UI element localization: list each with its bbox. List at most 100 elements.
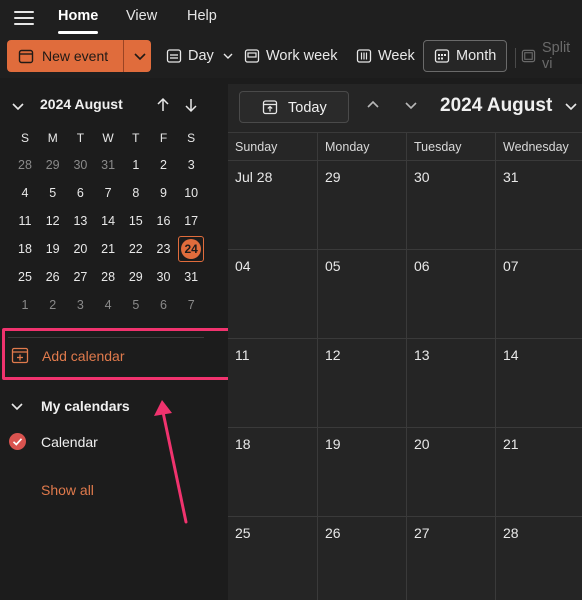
day-cell[interactable]: 12 [317, 339, 406, 428]
weekday-header: Wednesday [495, 133, 582, 161]
mini-calendar-day[interactable]: 2 [150, 152, 178, 178]
mini-calendar-day[interactable]: 30 [150, 264, 178, 290]
day-number: Jul 28 [235, 169, 273, 185]
mini-calendar-day[interactable]: 22 [122, 236, 150, 262]
previous-month-chevron-icon[interactable] [366, 98, 380, 112]
mini-calendar-day[interactable]: 1 [122, 152, 150, 178]
month-title[interactable]: 2024 August [440, 95, 552, 117]
mini-calendar-day[interactable]: 18 [11, 236, 39, 262]
day-cell[interactable]: 27 [406, 517, 495, 600]
day-number: 28 [503, 525, 519, 541]
mini-calendar-day[interactable]: 15 [122, 208, 150, 234]
tab-view[interactable]: View [126, 8, 157, 24]
mini-calendar-day[interactable]: 27 [66, 264, 94, 290]
calendar-list-item[interactable]: Calendar [0, 430, 228, 454]
mini-calendar-day[interactable]: 13 [66, 208, 94, 234]
day-number: 21 [503, 436, 519, 452]
arrow-up-icon[interactable] [156, 97, 170, 113]
day-cell[interactable]: 28 [495, 517, 582, 600]
week-row: 25 26 27 28 [228, 516, 582, 600]
day-view-button[interactable]: Day [166, 40, 240, 72]
day-cell[interactable]: 26 [317, 517, 406, 600]
day-number: 26 [325, 525, 341, 541]
mini-calendar-day[interactable]: 28 [94, 264, 122, 290]
weekday-label: T [76, 131, 85, 145]
mini-calendar-day[interactable]: 29 [39, 152, 67, 178]
mini-calendar-day[interactable]: 11 [11, 208, 39, 234]
tab-home[interactable]: Home [58, 8, 98, 24]
mini-calendar-day[interactable]: 26 [39, 264, 67, 290]
month-view-icon [434, 49, 450, 63]
day-cell[interactable]: 21 [495, 428, 582, 517]
mini-calendar-day[interactable]: 4 [11, 180, 39, 206]
arrow-down-icon[interactable] [184, 97, 198, 113]
mini-calendar-day[interactable]: 29 [122, 264, 150, 290]
checkmark-circle-icon[interactable] [9, 433, 26, 450]
mini-calendar-day[interactable]: 6 [66, 180, 94, 206]
mini-calendar-day[interactable]: 17 [177, 208, 205, 234]
mini-calendar-day[interactable]: 14 [94, 208, 122, 234]
mini-calendar-today[interactable]: 24 [177, 236, 205, 262]
mini-calendar-day[interactable]: 31 [177, 264, 205, 290]
week-view-button[interactable]: Week [356, 40, 415, 72]
mini-calendar-day[interactable]: 5 [122, 292, 150, 318]
month-view-button[interactable]: Month [423, 40, 508, 72]
mini-calendar-day[interactable]: 2 [39, 292, 67, 318]
mini-calendar-day[interactable]: 9 [150, 180, 178, 206]
hamburger-menu-icon[interactable] [14, 11, 34, 25]
day-number: 13 [414, 347, 430, 363]
day-cell[interactable]: 13 [406, 339, 495, 428]
day-cell[interactable]: 07 [495, 250, 582, 339]
mini-calendar-day[interactable]: 23 [150, 236, 178, 262]
chevron-down-icon[interactable] [564, 100, 578, 114]
mini-calendar-day[interactable]: 8 [122, 180, 150, 206]
day-cell[interactable]: 06 [406, 250, 495, 339]
mini-calendar-day[interactable]: 20 [66, 236, 94, 262]
today-button[interactable]: Today [239, 91, 349, 123]
show-all-link[interactable]: Show all [41, 482, 94, 498]
mini-calendar-day[interactable]: 10 [177, 180, 205, 206]
new-event-button[interactable]: New event [7, 40, 151, 72]
next-month-chevron-icon[interactable] [404, 98, 418, 112]
day-cell[interactable]: 11 [228, 339, 317, 428]
mini-calendar-day[interactable]: 30 [66, 152, 94, 178]
day-cell[interactable]: 05 [317, 250, 406, 339]
day-cell[interactable]: 30 [406, 161, 495, 250]
day-cell[interactable]: 19 [317, 428, 406, 517]
mini-calendar-day[interactable]: 12 [39, 208, 67, 234]
chevron-down-icon[interactable] [222, 50, 234, 62]
chevron-down-icon[interactable] [133, 49, 147, 63]
split-view-button[interactable]: Split vi [521, 40, 582, 72]
day-cell[interactable]: 04 [228, 250, 317, 339]
mini-calendar-day[interactable]: 7 [94, 180, 122, 206]
tab-help[interactable]: Help [187, 8, 217, 24]
month-view-label: Month [456, 48, 497, 64]
mini-calendar-day[interactable]: 28 [11, 152, 39, 178]
day-cell[interactable]: 18 [228, 428, 317, 517]
month-view-header: Today 2024 August [228, 84, 582, 132]
mini-calendar-day[interactable]: 25 [11, 264, 39, 290]
day-cell[interactable]: 14 [495, 339, 582, 428]
day-cell[interactable]: 31 [495, 161, 582, 250]
mini-calendar-day[interactable]: 16 [150, 208, 178, 234]
mini-calendar-day[interactable]: 3 [177, 152, 205, 178]
day-cell[interactable]: 20 [406, 428, 495, 517]
day-cell[interactable]: 29 [317, 161, 406, 250]
mini-calendar-day[interactable]: 19 [39, 236, 67, 262]
mini-calendar-day[interactable]: 6 [150, 292, 178, 318]
mini-calendar-day[interactable]: 1 [11, 292, 39, 318]
mini-calendar-day[interactable]: 5 [39, 180, 67, 206]
add-calendar-button[interactable]: Add calendar [2, 328, 233, 380]
mini-calendar-day[interactable]: 4 [94, 292, 122, 318]
mini-calendar-day[interactable]: 7 [177, 292, 205, 318]
day-number: 30 [414, 169, 430, 185]
day-cell[interactable]: Jul 28 [228, 161, 317, 250]
collapse-chevron-icon[interactable] [11, 99, 25, 113]
mini-calendar-day[interactable]: 21 [94, 236, 122, 262]
mini-calendar-day[interactable]: 3 [66, 292, 94, 318]
weekday-header: Monday [317, 133, 406, 161]
day-cell[interactable]: 25 [228, 517, 317, 600]
mini-calendar-day[interactable]: 31 [94, 152, 122, 178]
work-week-view-button[interactable]: Work week [244, 40, 337, 72]
my-calendars-toggle[interactable]: My calendars [0, 394, 228, 418]
